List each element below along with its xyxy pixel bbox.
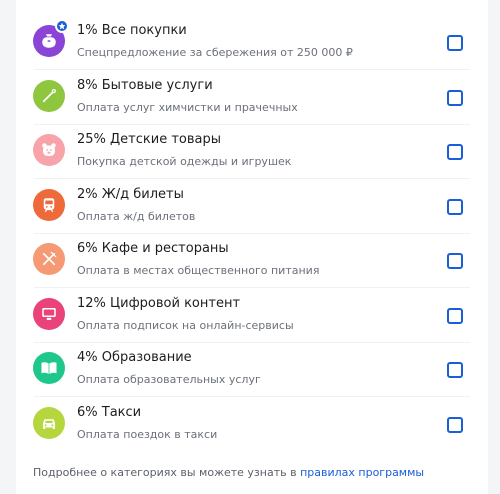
category-row[interactable]: 12% Цифровой контент Оплата подписок на о… xyxy=(16,288,488,343)
category-description: Оплата подписок на онлайн-сервисы xyxy=(77,318,294,332)
category-description: Спецпредложение за сбережения от 250 000… xyxy=(77,46,353,59)
category-title: 8% Бытовые услуги xyxy=(77,77,213,93)
category-title: 2% Ж/д билеты xyxy=(77,186,184,202)
car-icon xyxy=(33,406,65,439)
needle-icon xyxy=(33,79,65,112)
category-title: 6% Такси xyxy=(77,404,142,420)
category-row[interactable]: 25% Детские товары Покупка детской одежды… xyxy=(16,124,488,179)
category-checkbox[interactable] xyxy=(447,144,463,160)
wallet-icon xyxy=(33,19,69,57)
category-row[interactable]: 2% Ж/д билеты Оплата ж/д билетов xyxy=(16,179,488,234)
category-title: 4% Образование xyxy=(77,350,192,365)
category-row[interactable]: 1% Все покупки Спецпредложение за сбереже… xyxy=(16,15,488,70)
footer-text: Подробнее о категориях вы можете узнать … xyxy=(33,466,301,479)
footer-note: Подробнее о категориях вы можете узнать … xyxy=(33,466,424,479)
category-checkbox[interactable] xyxy=(447,198,463,215)
category-checkbox[interactable] xyxy=(447,35,463,51)
category-title: 1% Все покупки xyxy=(77,23,187,38)
category-checkbox[interactable] xyxy=(447,89,463,106)
category-row[interactable]: 6% Кафе и рестораны Оплата в местах общес… xyxy=(16,233,488,288)
category-checkbox[interactable] xyxy=(447,362,463,378)
category-title: 25% Детские товары xyxy=(77,132,222,147)
category-description: Оплата поездок в такси xyxy=(77,427,218,441)
category-checkbox[interactable] xyxy=(447,307,463,324)
teddy-bear-icon xyxy=(33,134,65,166)
category-description: Оплата в местах общественного питания xyxy=(77,264,320,277)
category-checkbox[interactable] xyxy=(447,416,463,433)
category-title: 6% Кафе и рестораны xyxy=(77,241,229,256)
monitor-icon xyxy=(33,297,65,330)
cashback-categories-panel: 1% Все покупки Спецпредложение за сбереже… xyxy=(16,0,488,494)
book-icon xyxy=(33,352,65,384)
program-rules-link[interactable]: правилах программы xyxy=(300,466,424,479)
category-description: Покупка детской одежды и игрушек xyxy=(77,155,292,168)
category-checkbox[interactable] xyxy=(447,253,463,269)
category-description: Оплата образовательных услуг xyxy=(77,373,261,386)
train-icon xyxy=(33,188,65,221)
category-row[interactable]: 6% Такси Оплата поездок в такси xyxy=(16,397,488,451)
category-title: 12% Цифровой контент xyxy=(77,295,241,311)
category-description: Оплата ж/д билетов xyxy=(77,209,196,223)
category-row[interactable]: 8% Бытовые услуги Оплата услуг химчистки … xyxy=(16,70,488,125)
star-icon xyxy=(55,19,69,33)
category-row[interactable]: 4% Образование Оплата образовательных усл… xyxy=(16,342,488,397)
category-description: Оплата услуг химчистки и прачечных xyxy=(77,100,298,114)
cutlery-icon xyxy=(33,243,65,275)
